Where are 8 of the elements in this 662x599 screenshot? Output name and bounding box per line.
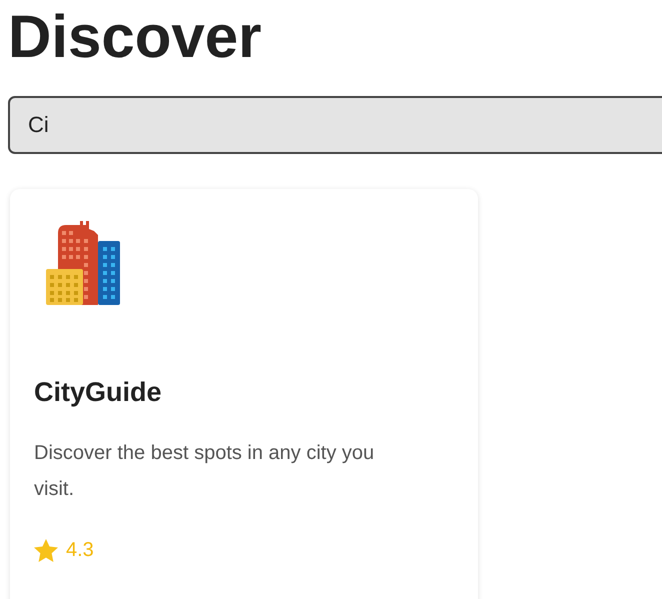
star-icon — [34, 539, 58, 562]
app-name: CityGuide — [34, 376, 163, 409]
app-description: Discover the best spots in any city you visit. — [34, 441, 376, 502]
app-card[interactable]: CityGuide Discover the best spots in any city you visit. 4.3 — [10, 189, 478, 599]
buildings-icon — [46, 221, 122, 305]
page-title: Discover — [8, 2, 262, 72]
rating-value: 4.3 — [66, 539, 94, 562]
search-field[interactable]: Ci — [8, 96, 662, 154]
